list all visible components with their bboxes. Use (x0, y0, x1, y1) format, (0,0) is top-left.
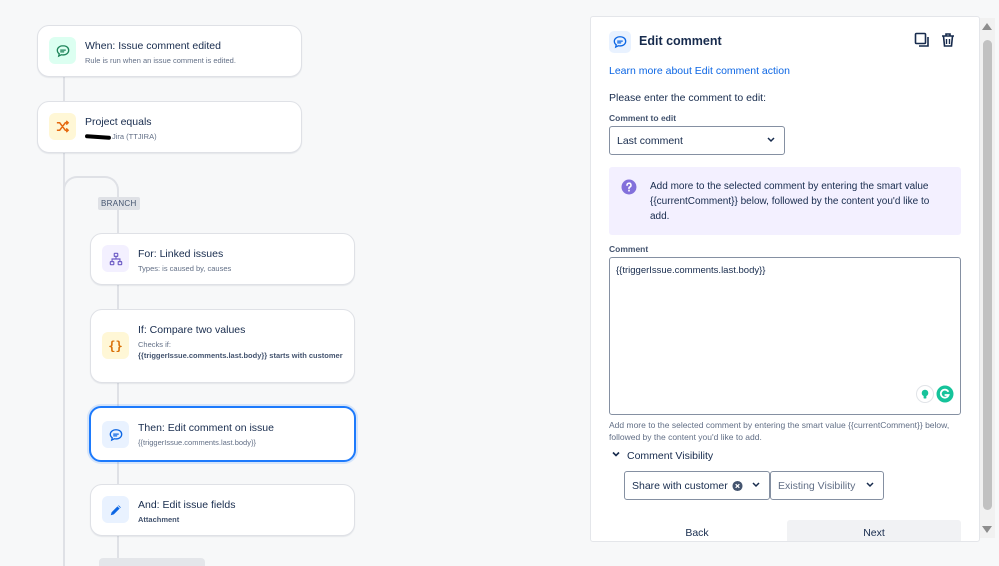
scroll-thumb[interactable] (983, 40, 992, 510)
comment-icon (49, 37, 76, 64)
edit-comment-panel: Edit comment Learn more about Edit comme… (590, 16, 980, 542)
card-title: If: Compare two values (138, 324, 246, 336)
select-value: Last comment (617, 134, 683, 147)
trash-icon[interactable] (939, 31, 957, 49)
existing-visibility-select[interactable]: Existing Visibility (770, 471, 884, 500)
panel-title: Edit comment (639, 34, 722, 48)
lightbulb-icon[interactable] (916, 385, 934, 408)
back-button[interactable]: Back (609, 520, 785, 541)
duplicate-icon[interactable] (913, 31, 931, 49)
add-component-stub (99, 558, 205, 566)
chevron-down-icon (611, 449, 621, 462)
card-subtitle: Jira (TTJIRA) (84, 131, 157, 142)
card-title: For: Linked issues (138, 248, 224, 260)
comment-textarea[interactable]: {{triggerIssue.comments.last.body}} (609, 257, 961, 415)
panel-scrollbar[interactable] (980, 18, 995, 538)
comment-label: Comment (609, 244, 649, 254)
learn-more-link[interactable]: Learn more about Edit comment action (609, 65, 790, 77)
card-title: Then: Edit comment on issue (138, 422, 274, 434)
branch-connector (63, 176, 119, 216)
shuffle-icon (49, 113, 76, 140)
edit-issue-fields-card[interactable]: And: Edit issue fields Attachment (90, 484, 355, 536)
connector-line (117, 214, 119, 234)
edit-comment-card[interactable]: Then: Edit comment on issue {{triggerIss… (89, 406, 356, 462)
condition-card[interactable]: Project equals Jira (TTJIRA) (37, 101, 302, 153)
redaction-mark (84, 133, 112, 140)
grammarly-badges (916, 385, 954, 408)
comment-to-edit-select[interactable]: Last comment (609, 126, 785, 155)
info-text: Add more to the selected comment by ente… (650, 181, 930, 222)
rule-flow-canvas: BRANCH When: Issue comment edited Rule i… (0, 0, 590, 566)
card-subtitle: Attachment (138, 514, 179, 525)
scroll-up-icon[interactable] (982, 23, 992, 30)
card-subtitle: {{triggerIssue.comments.last.body}} (138, 438, 256, 447)
share-visibility-select[interactable]: Share with customer (624, 471, 770, 500)
project-name: Jira (TTJIRA) (112, 132, 157, 141)
comment-helper-text: Add more to the selected comment by ente… (609, 420, 950, 442)
chevron-down-icon (766, 134, 776, 147)
trigger-card[interactable]: When: Issue comment edited Rule is run w… (37, 25, 302, 77)
for-linked-issues-card[interactable]: For: Linked issues Types: is caused by, … (90, 233, 355, 285)
connector-line (117, 382, 119, 407)
branch-label: BRANCH (98, 197, 140, 210)
panel-actions (913, 31, 957, 49)
comment-visibility-toggle[interactable]: Comment Visibility (611, 449, 713, 462)
card-title: Project equals (85, 116, 152, 128)
checks-label: Checks if: (138, 340, 171, 349)
connector-line (63, 76, 65, 102)
braces-icon: {} (102, 332, 129, 359)
comment-icon (609, 31, 631, 53)
info-message: Add more to the selected comment by ente… (609, 167, 961, 235)
comment-value: {{triggerIssue.comments.last.body}} (616, 265, 766, 276)
question-icon (621, 179, 637, 200)
scroll-down-icon[interactable] (982, 526, 992, 533)
select-value: Share with customer (632, 479, 728, 492)
hierarchy-icon (102, 245, 129, 272)
card-title: When: Issue comment edited (85, 40, 221, 52)
connector-line (117, 284, 119, 310)
card-title: And: Edit issue fields (138, 499, 236, 511)
checks-value: {{triggerIssue.comments.last.body}} star… (138, 351, 343, 360)
chevron-down-icon (751, 479, 761, 492)
connector-line (117, 461, 119, 485)
card-subtitle: Rule is run when an issue comment is edi… (85, 56, 236, 65)
chevron-down-icon (865, 479, 875, 492)
clear-icon[interactable] (732, 480, 743, 491)
visibility-label: Comment Visibility (627, 449, 714, 462)
grammarly-icon[interactable] (936, 385, 954, 408)
comment-prompt: Please enter the comment to edit: (609, 92, 767, 104)
select-value: Existing Visibility (778, 479, 856, 492)
pencil-icon (102, 496, 129, 523)
card-subtitle: Types: is caused by, causes (138, 264, 232, 273)
comment-to-edit-label: Comment to edit (609, 113, 677, 123)
field-name: Attachment (138, 515, 180, 524)
next-button[interactable]: Next (787, 520, 961, 541)
comment-icon (102, 421, 129, 448)
card-subtitle: Checks if: {{triggerIssue.comments.last.… (138, 339, 348, 361)
compare-values-card[interactable]: {} If: Compare two values Checks if: {{t… (90, 309, 355, 383)
